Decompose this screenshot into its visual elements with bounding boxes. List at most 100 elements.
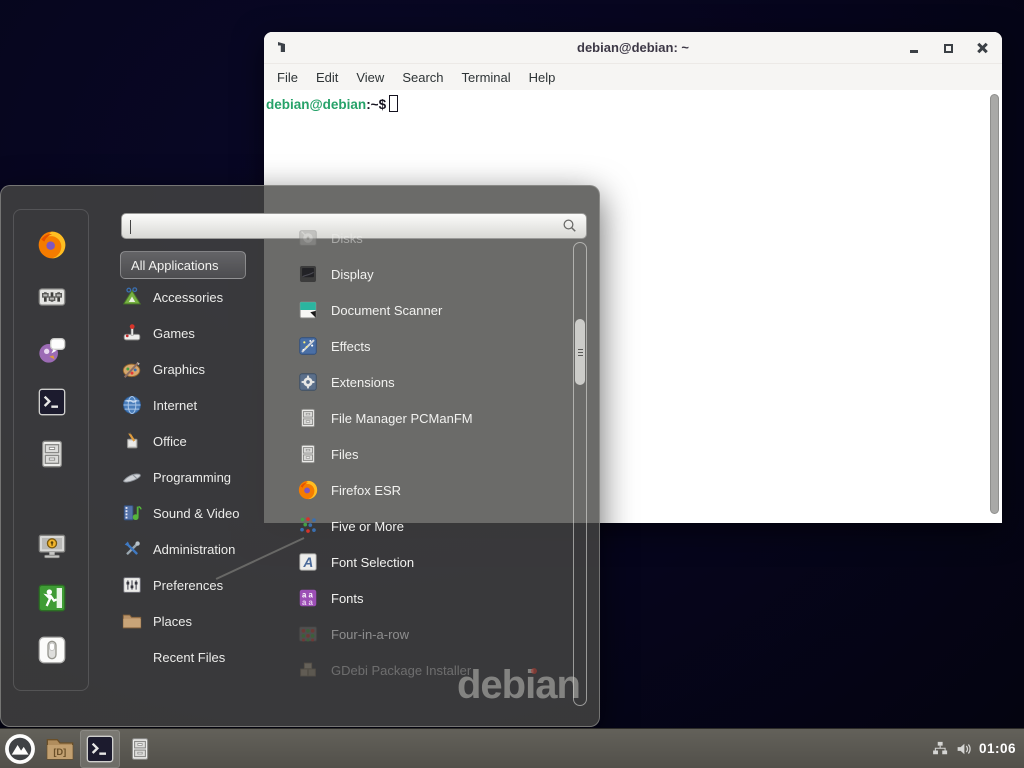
display-icon <box>297 263 319 285</box>
prompt-suffix: :~$ <box>366 97 386 112</box>
favorite-file-manager[interactable] <box>34 436 70 472</box>
lock-screen-icon <box>36 530 68 562</box>
taskbar-file-manager[interactable] <box>40 730 80 768</box>
document-scanner-icon <box>297 299 319 321</box>
disks-icon <box>297 227 319 249</box>
terminal-scrollbar[interactable] <box>990 94 999 514</box>
system-tray: 01:06 <box>931 740 1024 758</box>
five-or-more-icon <box>297 515 319 537</box>
text-caret <box>130 220 131 234</box>
category-programming[interactable]: Programming <box>115 459 265 495</box>
accessories-icon <box>121 286 143 308</box>
app-gdebi-package-installer[interactable]: GDebi Package Installer <box>269 652 569 688</box>
menu-edit[interactable]: Edit <box>307 67 347 88</box>
app-extensions[interactable]: Extensions <box>269 364 569 400</box>
menu-help[interactable]: Help <box>520 67 565 88</box>
terminal-icon <box>36 386 68 418</box>
firefox-icon <box>36 229 68 261</box>
four-in-a-row-icon <box>297 623 319 645</box>
shut-down-button[interactable] <box>34 632 70 668</box>
file-cabinet-icon <box>36 438 68 470</box>
app-document-scanner[interactable]: Document Scanner <box>269 292 569 328</box>
app-five-or-more[interactable]: Five or More <box>269 508 569 544</box>
minimize-icon <box>910 50 918 53</box>
applications-scrollbar[interactable] <box>573 242 587 706</box>
taskbar-files[interactable] <box>120 730 160 768</box>
log-out-icon <box>36 582 68 614</box>
favorites-column <box>13 209 89 691</box>
menu-file[interactable]: File <box>268 67 307 88</box>
effects-icon <box>297 335 319 357</box>
firefox-icon <box>297 479 319 501</box>
app-effects[interactable]: Effects <box>269 328 569 364</box>
applications-list: Disks Display Document Scanner Effects E… <box>269 220 569 706</box>
category-administration[interactable]: Administration <box>115 531 265 567</box>
category-places[interactable]: Places <box>115 603 265 639</box>
gdebi-icon <box>297 659 319 681</box>
clock[interactable]: 01:06 <box>979 741 1016 756</box>
favorite-control-center[interactable] <box>34 279 70 315</box>
app-file-manager-pcmanfm[interactable]: File Manager PCManFM <box>269 400 569 436</box>
font-selection-icon <box>297 551 319 573</box>
preferences-icon <box>121 574 143 596</box>
terminal-icon <box>84 733 116 765</box>
favorite-terminal[interactable] <box>34 384 70 420</box>
category-preferences[interactable]: Preferences <box>115 567 265 603</box>
file-cabinet-icon <box>297 443 319 465</box>
volume-icon[interactable] <box>955 740 973 758</box>
extensions-icon <box>297 371 319 393</box>
fonts-icon <box>297 587 319 609</box>
file-cabinet-icon <box>297 407 319 429</box>
menu-search[interactable]: Search <box>393 67 452 88</box>
terminal-cursor <box>389 95 398 112</box>
folder-icon <box>44 733 76 765</box>
office-icon <box>121 430 143 452</box>
control-center-icon <box>36 281 68 313</box>
internet-icon <box>121 394 143 416</box>
terminal-titlebar[interactable]: debian@debian: ~ <box>264 32 1002 64</box>
prompt-user: debian@debian <box>266 97 366 112</box>
lock-screen-button[interactable] <box>34 528 70 564</box>
administration-icon <box>121 538 143 560</box>
taskbar: 01:06 <box>0 728 1024 768</box>
app-files[interactable]: Files <box>269 436 569 472</box>
menu-view[interactable]: View <box>347 67 393 88</box>
network-icon[interactable] <box>931 740 949 758</box>
menu-terminal[interactable]: Terminal <box>453 67 520 88</box>
places-icon <box>121 610 143 632</box>
sound-video-icon <box>121 502 143 524</box>
app-font-selection[interactable]: Font Selection <box>269 544 569 580</box>
maximize-button[interactable] <box>940 40 956 56</box>
app-display[interactable]: Display <box>269 256 569 292</box>
minimize-button[interactable] <box>906 40 922 56</box>
category-sound-video[interactable]: Sound & Video <box>115 495 265 531</box>
games-icon <box>121 322 143 344</box>
category-all-applications[interactable]: All Applications <box>120 251 246 279</box>
close-icon <box>977 43 987 53</box>
category-games[interactable]: Games <box>115 315 265 351</box>
programming-icon <box>121 466 143 488</box>
start-menu-button[interactable] <box>0 730 40 768</box>
category-recent-files[interactable]: Recent Files <box>115 639 265 675</box>
category-internet[interactable]: Internet <box>115 387 265 423</box>
window-icon <box>278 42 285 52</box>
app-firefox-esr[interactable]: Firefox ESR <box>269 472 569 508</box>
app-fonts[interactable]: Fonts <box>269 580 569 616</box>
log-out-button[interactable] <box>34 580 70 616</box>
category-accessories[interactable]: Accessories <box>115 279 265 315</box>
category-office[interactable]: Office <box>115 423 265 459</box>
graphics-icon <box>121 358 143 380</box>
window-title: debian@debian: ~ <box>577 40 689 55</box>
app-four-in-a-row[interactable]: Four-in-a-row <box>269 616 569 652</box>
close-button[interactable] <box>974 40 990 56</box>
application-menu: All Applications Accessories Games Graph… <box>0 185 600 727</box>
category-graphics[interactable]: Graphics <box>115 351 265 387</box>
pidgin-icon <box>36 334 68 366</box>
favorite-firefox[interactable] <box>34 227 70 263</box>
maximize-icon <box>944 44 953 53</box>
favorite-pidgin[interactable] <box>34 332 70 368</box>
app-disks[interactable]: Disks <box>269 220 569 256</box>
taskbar-terminal-active[interactable] <box>80 730 120 768</box>
scrollbar-thumb[interactable] <box>575 319 585 385</box>
shut-down-icon <box>36 634 68 666</box>
